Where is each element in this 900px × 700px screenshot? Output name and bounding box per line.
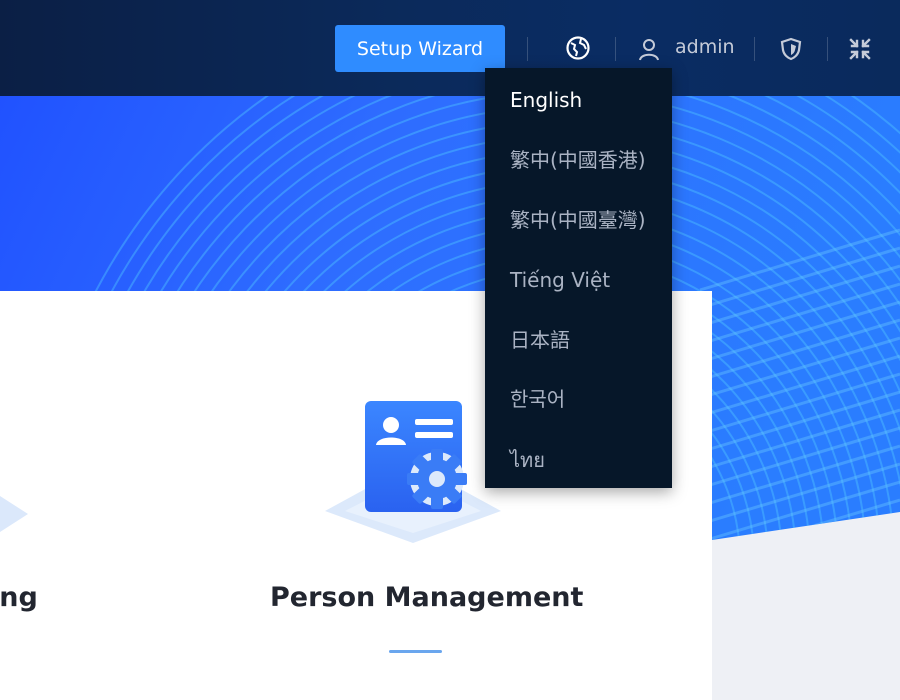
globe-icon[interactable] <box>564 34 592 62</box>
shield-icon[interactable] <box>778 36 804 62</box>
language-option-zh-hk[interactable]: 繁中(中國香港) <box>510 145 646 175</box>
setup-wizard-button[interactable]: Setup Wizard <box>335 25 505 72</box>
topbar-divider <box>754 37 755 61</box>
language-option-zh-tw[interactable]: 繁中(中國臺灣) <box>510 205 646 235</box>
language-option-japanese[interactable]: 日本語 <box>510 325 570 355</box>
person-management-illustration[interactable] <box>325 401 505 546</box>
topbar-divider <box>827 37 828 61</box>
person-management-title[interactable]: Person Management <box>270 582 583 613</box>
user-name[interactable]: admin <box>675 36 735 58</box>
card-title-partial[interactable]: ing <box>0 582 38 613</box>
language-option-english[interactable]: English <box>510 85 582 115</box>
page-root: Setup Wizard admin ng Person Management … <box>0 0 900 700</box>
card-illustration-partial <box>0 496 28 532</box>
user-icon[interactable] <box>636 36 662 62</box>
language-option-korean[interactable]: 한국어 <box>510 384 565 414</box>
language-menu: English 繁中(中國香港) 繁中(中國臺灣) Tiếng Việt 日本語… <box>485 68 672 488</box>
card-underline <box>389 650 442 653</box>
exit-fullscreen-icon[interactable] <box>847 36 873 62</box>
language-option-thai[interactable]: ไทย <box>510 445 545 475</box>
language-option-vietnamese[interactable]: Tiếng Việt <box>510 265 610 295</box>
topbar-divider <box>527 37 528 61</box>
top-bar: Setup Wizard admin <box>0 0 900 96</box>
topbar-divider <box>615 37 616 61</box>
